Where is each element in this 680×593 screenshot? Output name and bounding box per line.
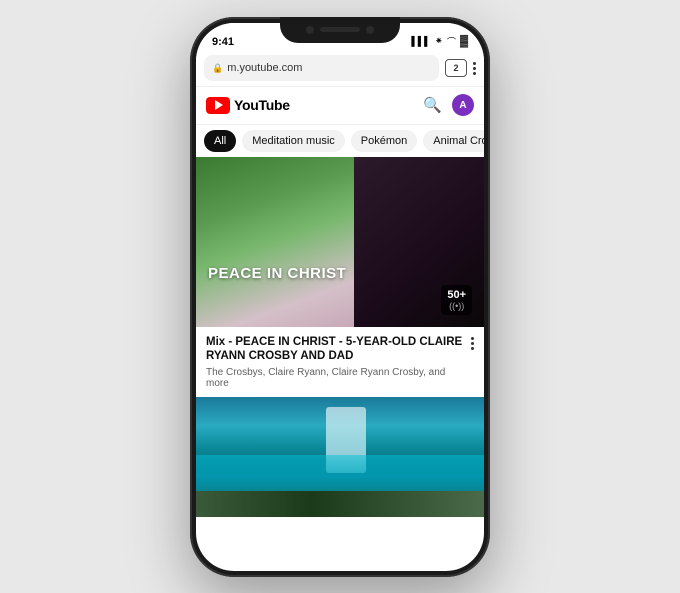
chip-meditation[interactable]: Meditation music [242, 130, 345, 152]
url-text: m.youtube.com [227, 62, 302, 74]
video-thumbnail-2[interactable] [196, 397, 484, 517]
playlist-badge: 50+ ((•)) [441, 285, 472, 315]
user-avatar[interactable]: A [452, 94, 474, 116]
more-menu-button[interactable] [473, 62, 476, 75]
playlist-count: 50+ [447, 289, 466, 301]
signal-icon: ▌▌▌ [411, 36, 430, 46]
chip-all[interactable]: All [204, 130, 236, 152]
notch-sensor [366, 26, 374, 34]
notch-speaker [320, 27, 360, 32]
phone-screen: 9:41 ▌▌▌ ⁕ ⌒ ▓ 🔒 m.youtube.com 2 [196, 23, 484, 571]
url-field[interactable]: 🔒 m.youtube.com [204, 55, 439, 81]
youtube-header-icons: 🔍 A [423, 94, 474, 116]
play-triangle [215, 100, 223, 110]
filter-bar: All Meditation music Pokémon Animal Cros… [196, 125, 484, 157]
video-details-1: Mix - PEACE IN CHRIST - 5-YEAR-OLD CLAIR… [206, 335, 465, 390]
youtube-icon [206, 97, 230, 114]
chip-animal-cross[interactable]: Animal Cross [423, 130, 484, 152]
status-time: 9:41 [212, 36, 234, 48]
notch-camera [306, 26, 314, 34]
video-title-1: Mix - PEACE IN CHRIST - 5-YEAR-OLD CLAIR… [206, 335, 465, 365]
youtube-header: YouTube 🔍 A [196, 87, 484, 125]
video-menu-button-1[interactable] [465, 335, 474, 350]
video-thumbnail-1[interactable]: PEACE IN CHRIST 50+ ((•)) [196, 157, 484, 327]
bluetooth-icon: ⁕ [435, 36, 443, 47]
address-bar: 🔒 m.youtube.com 2 [196, 51, 484, 87]
video-channel-1: The Crosbys, Claire Ryann, Claire Ryann … [206, 367, 465, 389]
video-overlay-text: PEACE IN CHRIST [208, 265, 346, 282]
notch [280, 17, 400, 43]
youtube-wordmark: YouTube [234, 97, 290, 113]
chip-pokemon[interactable]: Pokémon [351, 130, 417, 152]
lock-icon: 🔒 [212, 63, 223, 74]
search-icon[interactable]: 🔍 [423, 96, 442, 114]
battery-icon: ▓ [460, 35, 468, 47]
phone-mockup: 9:41 ▌▌▌ ⁕ ⌒ ▓ 🔒 m.youtube.com 2 [190, 17, 490, 577]
wifi-icon: ⌒ [447, 35, 456, 48]
youtube-logo: YouTube [206, 97, 290, 114]
tab-count-button[interactable]: 2 [445, 59, 467, 77]
status-icons: ▌▌▌ ⁕ ⌒ ▓ [411, 35, 468, 48]
playlist-icon: ((•)) [447, 301, 466, 311]
thumbnail-background-2 [196, 397, 484, 517]
video-info-1: Mix - PEACE IN CHRIST - 5-YEAR-OLD CLAIR… [196, 327, 484, 398]
